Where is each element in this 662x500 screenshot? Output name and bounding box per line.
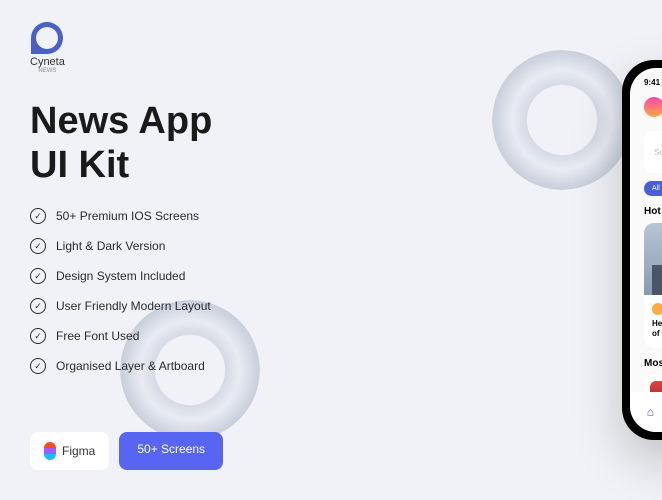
logo-icon [31, 22, 63, 54]
heading-line2: UI Kit [30, 144, 129, 186]
decoration-torus [492, 50, 632, 190]
check-icon: ✓ [30, 328, 46, 344]
feature-item: ✓Free Font Used [30, 328, 211, 344]
feature-item: ✓Light & Dark Version [30, 238, 211, 254]
button-row: Figma 50+ Screens [30, 432, 223, 470]
author-row: Jane Cooper [652, 303, 662, 315]
figma-button[interactable]: Figma [30, 432, 109, 470]
category-all[interactable]: All [644, 181, 662, 196]
feature-list: ✓50+ Premium IOS Screens ✓Light & Dark V… [30, 208, 211, 388]
news-card[interactable]: Jane Cooper Here's What Happened in the … [644, 223, 662, 348]
hot-topics-title: Hot Topics [644, 206, 662, 217]
brand-logo: Cyneta NEWS [30, 22, 65, 74]
screens-label: 50+ Screens [137, 442, 205, 456]
heading-line1: News App [30, 100, 212, 142]
check-icon: ✓ [30, 208, 46, 224]
feature-item: ✓50+ Premium IOS Screens [30, 208, 211, 224]
category-row: All 📚 Education 💡 Technology 🔖 Bookmar [630, 181, 662, 196]
hot-topics-header: Hot Topics View All [630, 196, 662, 223]
figma-icon [44, 442, 56, 460]
brand-name: Cyneta [30, 56, 65, 68]
brand-sub: NEWS [38, 68, 56, 74]
check-icon: ✓ [30, 298, 46, 314]
page-title: News App UI Kit [30, 100, 212, 187]
most-popular-title: Most Popular [644, 358, 662, 369]
most-popular-header: Most Popular View All [630, 348, 662, 375]
feature-item: ✓User Friendly Modern Layout [30, 298, 211, 314]
feature-item: ✓Design System Included [30, 268, 211, 284]
status-bar: 9:41📶 [630, 68, 662, 91]
figma-label: Figma [62, 444, 95, 458]
check-icon: ✓ [30, 238, 46, 254]
phone-mockup-1: 9:41📶 Welcome Back 👋 Leslie Alexander 🔔 … [622, 60, 662, 440]
welcome-row: Welcome Back 👋 Leslie Alexander 🔔 [630, 91, 662, 123]
tab-bar: ⌂ ◎ ▣ ☰ [630, 392, 662, 432]
check-icon: ✓ [30, 358, 46, 374]
search-bar[interactable]: Search ⚙ [644, 131, 662, 173]
avatar[interactable] [644, 97, 662, 117]
card-image [644, 223, 662, 295]
check-icon: ✓ [30, 268, 46, 284]
author-avatar [652, 303, 662, 315]
screens-button[interactable]: 50+ Screens [119, 432, 223, 470]
tab-home-icon[interactable]: ⌂ [647, 405, 654, 419]
card-title: Here's What Happened in the City of Lond… [652, 319, 662, 340]
feature-item: ✓Organised Layer & Artboard [30, 358, 211, 374]
search-placeholder: Search [654, 148, 662, 157]
